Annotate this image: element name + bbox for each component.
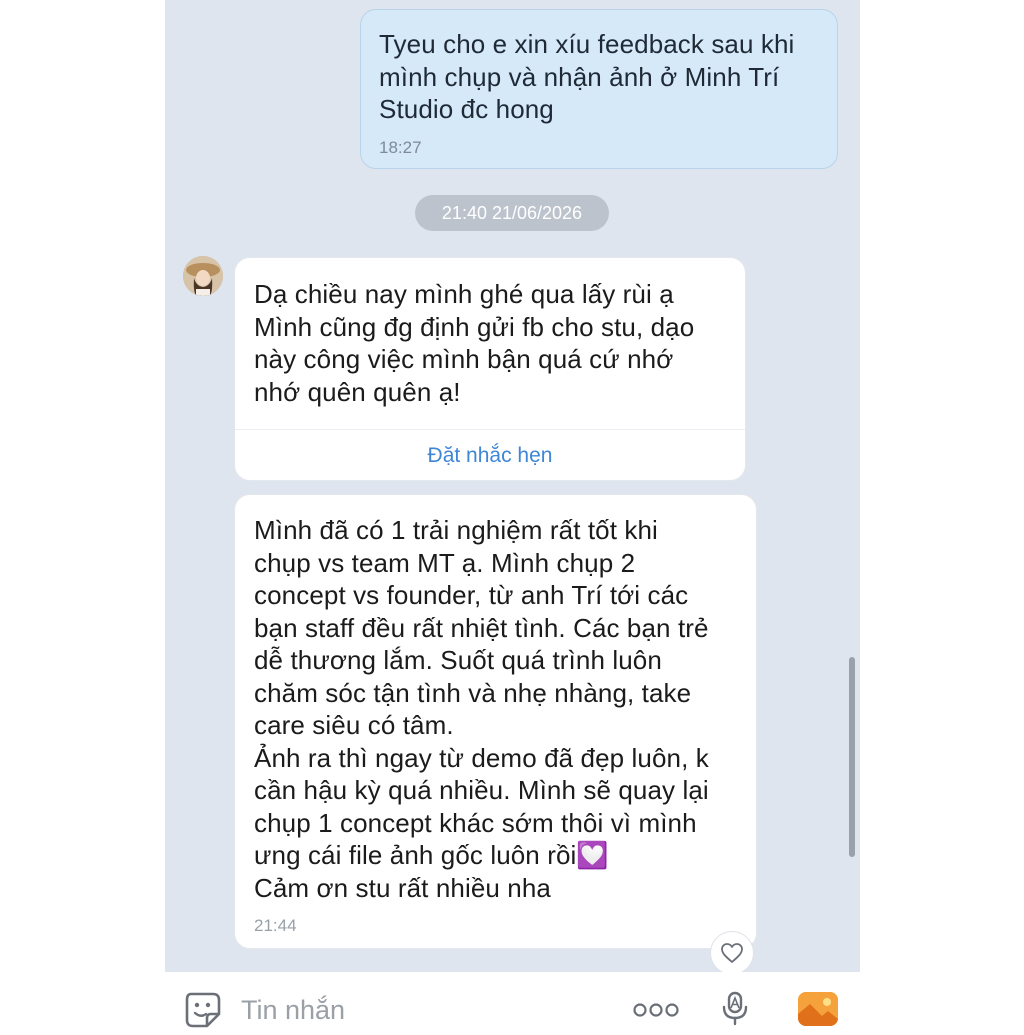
outgoing-message-bubble[interactable]: Tyeu cho e xin xíu feedback sau khi mình… xyxy=(360,9,838,169)
date-separator: 21:40 21/06/2026 xyxy=(415,195,609,231)
more-dots-icon[interactable] xyxy=(633,1002,679,1018)
message-input-bar xyxy=(165,972,860,1028)
heart-reaction-button[interactable] xyxy=(710,931,754,972)
incoming-message-time: 21:44 xyxy=(254,916,297,935)
incoming-message-text: Mình đã có 1 trải nghiệm rất tốt khi chụ… xyxy=(254,515,709,903)
outgoing-message-text: Tyeu cho e xin xíu feedback sau khi mình… xyxy=(379,29,795,124)
heart-icon xyxy=(720,942,744,964)
outgoing-message-time: 18:27 xyxy=(379,138,422,157)
set-reminder-link[interactable]: Đặt nhắc hẹn xyxy=(235,429,745,482)
sticker-icon[interactable] xyxy=(183,990,223,1030)
microphone-icon[interactable] xyxy=(720,990,750,1026)
chat-area: Tyeu cho e xin xíu feedback sau khi mình… xyxy=(165,0,860,972)
scrollbar[interactable] xyxy=(849,657,855,857)
image-icon[interactable] xyxy=(798,992,838,1026)
incoming-message-bubble[interactable]: Mình đã có 1 trải nghiệm rất tốt khi chụ… xyxy=(234,494,757,949)
incoming-message-bubble[interactable]: Dạ chiều nay mình ghé qua lấy rùi ạ Mình… xyxy=(234,257,746,481)
message-input[interactable] xyxy=(241,992,501,1028)
incoming-message-text: Dạ chiều nay mình ghé qua lấy rùi ạ Mình… xyxy=(254,279,695,407)
avatar[interactable] xyxy=(183,256,223,296)
